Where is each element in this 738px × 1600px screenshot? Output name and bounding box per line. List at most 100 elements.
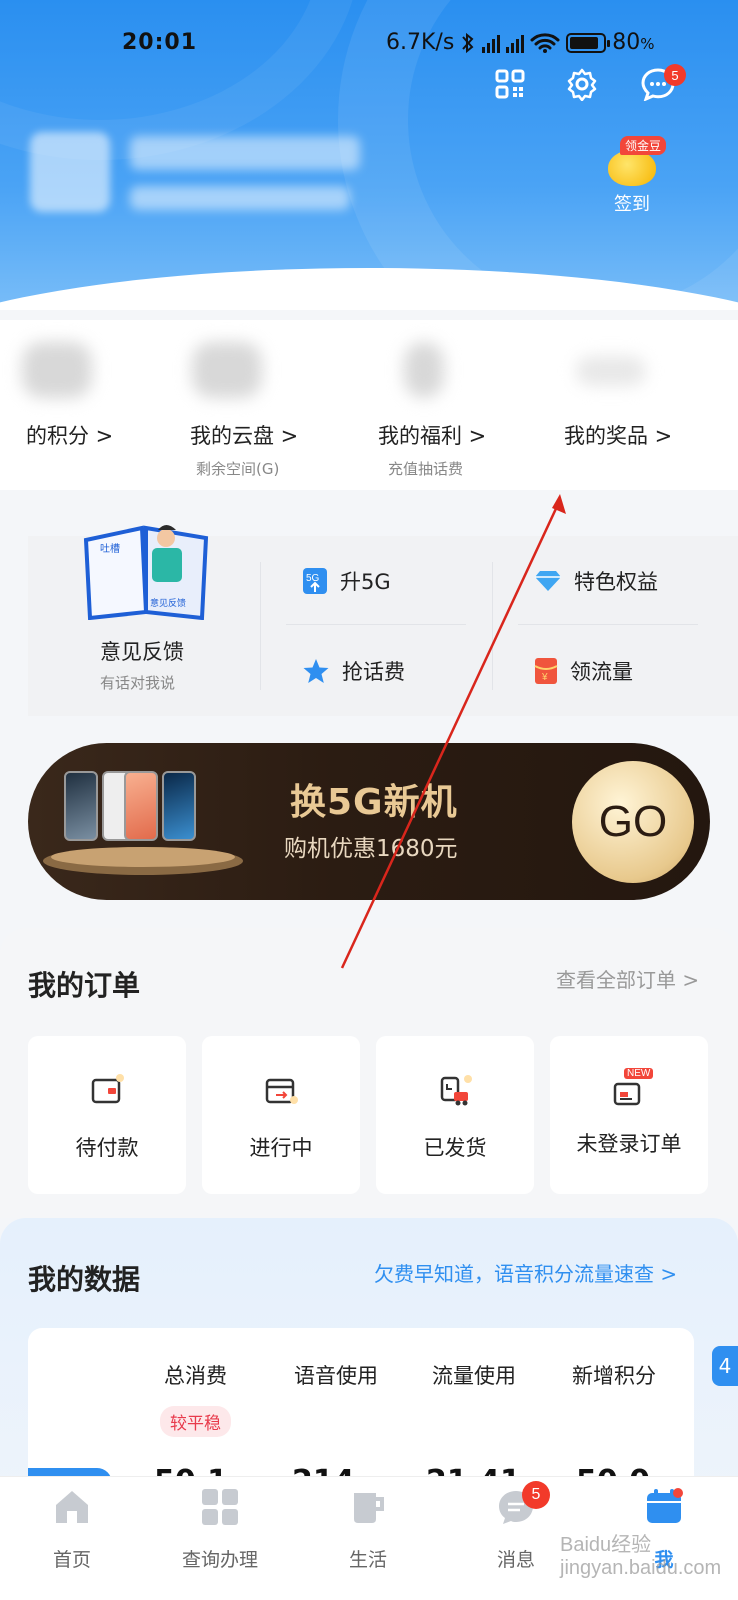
stat-points-link[interactable]: 的积分 > bbox=[26, 420, 113, 450]
stat-welfare-sub: 充值抽话费 bbox=[388, 460, 464, 478]
order-label: 未登录订单 bbox=[576, 1132, 682, 1156]
divider bbox=[518, 624, 698, 625]
tab-life[interactable]: 生活 bbox=[308, 1487, 428, 1572]
phone-image bbox=[124, 771, 158, 841]
svg-text:吐槽: 吐槽 bbox=[100, 542, 120, 555]
stat-prize-link[interactable]: 我的奖品 > bbox=[564, 420, 672, 450]
5g-icon: 5G bbox=[303, 568, 327, 594]
order-label: 已发货 bbox=[423, 1136, 487, 1160]
tab-messages[interactable]: 5 消息 bbox=[456, 1481, 576, 1572]
svg-text:¥: ¥ bbox=[541, 672, 548, 683]
next-card-tab[interactable]: 4 bbox=[712, 1346, 738, 1386]
messages-badge: 5 bbox=[522, 1481, 550, 1509]
tab-label: 消息 bbox=[496, 1549, 535, 1571]
divider bbox=[260, 562, 261, 690]
special-rights-label: 特色权益 bbox=[574, 570, 658, 594]
upgrade-5g-item[interactable]: 5G 升5G bbox=[302, 566, 391, 596]
battery-icon bbox=[566, 32, 611, 53]
banner-title: 换5G新机 bbox=[290, 782, 458, 823]
user-phone-blurred bbox=[130, 186, 350, 210]
status-bar: 20:01 6.7K/s 80% bbox=[0, 28, 738, 68]
orders-title: 我的订单 bbox=[28, 969, 141, 1002]
status-time: 20:01 bbox=[122, 30, 198, 55]
order-in-progress[interactable]: 进行中 bbox=[202, 1036, 360, 1194]
cup-icon bbox=[354, 1493, 384, 1523]
order-shipped[interactable]: 已发货 bbox=[376, 1036, 534, 1194]
data-quick-query-link[interactable]: 欠费早知道，语音积分流量速查 > bbox=[374, 1258, 677, 1287]
stat-value-blurred bbox=[576, 356, 646, 386]
stat-welfare-link[interactable]: 我的福利 > bbox=[378, 420, 486, 450]
red-envelope-icon: ¥ bbox=[534, 658, 558, 684]
feedback-book-icon: 吐槽 意见反馈 bbox=[83, 525, 209, 620]
data-col-traffic: 流量使用 bbox=[432, 1364, 516, 1388]
settings-gear-icon[interactable] bbox=[560, 62, 604, 106]
svg-text:意见反馈: 意见反馈 bbox=[150, 597, 186, 609]
sign-in-button[interactable]: 领金豆 签到 bbox=[602, 136, 667, 216]
new-tag: NEW bbox=[624, 1068, 654, 1079]
status-right: 6.7K/s 80% bbox=[386, 30, 655, 55]
stat-value-blurred bbox=[404, 342, 444, 398]
promo-banner[interactable]: 换5G新机 购机优惠1680元 GO bbox=[28, 743, 710, 900]
grab-credit-label: 抢话费 bbox=[342, 660, 405, 684]
banner-go-button[interactable]: GO bbox=[572, 761, 694, 883]
feedback-title: 意见反馈 bbox=[100, 640, 184, 664]
special-rights-item[interactable]: 特色权益 bbox=[534, 566, 658, 596]
diamond-icon bbox=[535, 571, 561, 591]
avatar[interactable] bbox=[30, 132, 110, 212]
tab-label: 首页 bbox=[52, 1549, 91, 1571]
upgrade-5g-label: 升5G bbox=[340, 570, 391, 594]
wallet-icon bbox=[91, 1074, 124, 1104]
trend-pill: 较平稳 bbox=[160, 1406, 231, 1437]
tab-home[interactable]: 首页 bbox=[12, 1487, 132, 1572]
star-icon bbox=[303, 659, 329, 683]
truck-icon bbox=[440, 1075, 472, 1106]
home-icon bbox=[56, 1491, 88, 1523]
message-icon[interactable]: 5 bbox=[636, 62, 686, 106]
message-badge: 5 bbox=[664, 64, 686, 86]
sign-label: 签到 bbox=[614, 194, 650, 215]
stat-cloud-sub: 剩余空间(G) bbox=[196, 460, 280, 478]
my-orders-section: 我的订单 查看全部订单 > 待付款 进行中 已发货 NEW 未登录订单 bbox=[0, 928, 738, 1218]
battery-level: 80% bbox=[612, 30, 655, 55]
tab-label: 查询办理 bbox=[181, 1549, 258, 1571]
data-col-voice: 语音使用 bbox=[294, 1364, 378, 1388]
order-label: 待付款 bbox=[75, 1136, 139, 1160]
data-title: 我的数据 bbox=[28, 1263, 141, 1296]
order-pending-payment[interactable]: 待付款 bbox=[28, 1036, 186, 1194]
feedback-subtitle: 有话对我说 bbox=[100, 674, 176, 692]
card-arrow-icon bbox=[265, 1078, 298, 1104]
data-col-spend: 总消费 bbox=[164, 1364, 227, 1388]
svg-text:5G: 5G bbox=[306, 573, 320, 584]
bluetooth-icon bbox=[462, 32, 474, 53]
stage-decoration bbox=[43, 847, 243, 875]
order-label: 进行中 bbox=[249, 1136, 313, 1160]
tab-label: 生活 bbox=[348, 1549, 387, 1571]
banner-subtitle: 购机优惠1680元 bbox=[284, 836, 458, 862]
grid-icon bbox=[202, 1489, 238, 1525]
net-speed: 6.7K/s bbox=[386, 30, 455, 55]
get-data-label: 领流量 bbox=[570, 660, 633, 684]
divider bbox=[492, 562, 493, 690]
watermark: Baidu经验 jingyan.baidu.com bbox=[560, 1534, 722, 1579]
grab-credit-item[interactable]: 抢话费 bbox=[302, 656, 405, 686]
data-col-points: 新增积分 bbox=[572, 1364, 656, 1388]
order-new-icon: NEW bbox=[612, 1068, 654, 1108]
phone-image bbox=[162, 771, 196, 841]
stat-value-blurred bbox=[22, 342, 92, 398]
view-all-orders-link[interactable]: 查看全部订单 > bbox=[556, 964, 699, 993]
feedback-button[interactable]: 吐槽 意见反馈 意见反馈 有话对我说 bbox=[28, 525, 260, 716]
quick-stats: 的积分 > 我的云盘 > 剩余空间(G) 我的福利 > 充值抽话费 我的奖品 > bbox=[0, 320, 738, 490]
order-not-logged-in[interactable]: NEW 未登录订单 bbox=[550, 1036, 708, 1194]
calendar-icon bbox=[647, 1488, 683, 1523]
gold-bean-icon bbox=[608, 150, 656, 186]
stat-value-blurred bbox=[192, 342, 262, 398]
signal-icon bbox=[482, 33, 501, 53]
services-panel: 吐槽 意见反馈 意见反馈 有话对我说 5G 升5G 特色权益 抢话费 ¥ 领流量 bbox=[28, 525, 738, 716]
sign-tag: 领金豆 bbox=[620, 136, 667, 155]
tab-query[interactable]: 查询办理 bbox=[160, 1487, 280, 1572]
get-data-item[interactable]: ¥ 领流量 bbox=[534, 656, 633, 686]
my-data-section: 我的数据 欠费早知道，语音积分流量速查 > 总消费 语音使用 流量使用 新增积分… bbox=[0, 1218, 738, 1528]
divider bbox=[286, 624, 466, 625]
stat-cloud-link[interactable]: 我的云盘 > bbox=[190, 420, 298, 450]
qr-code-icon[interactable] bbox=[488, 62, 532, 106]
